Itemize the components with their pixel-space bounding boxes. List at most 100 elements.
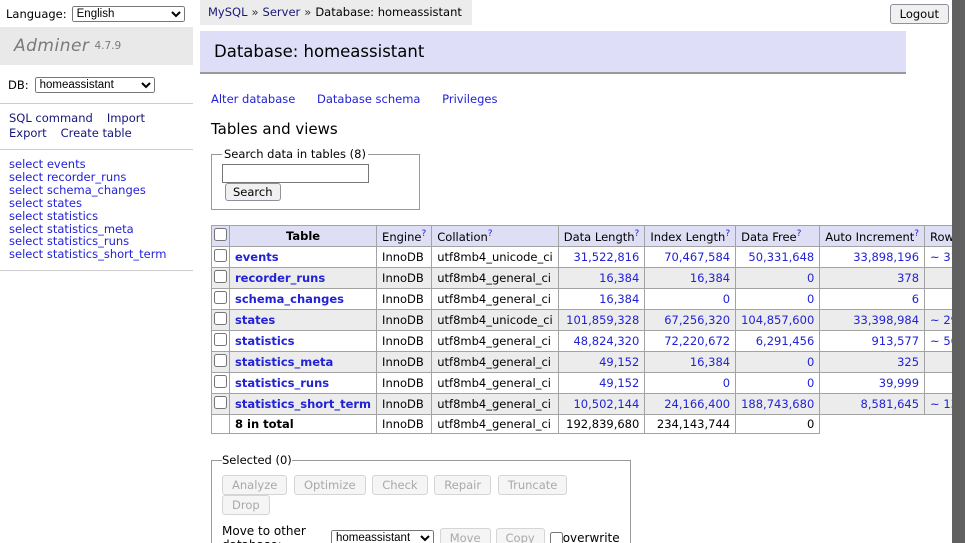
data-length-link[interactable]: 49,152 xyxy=(599,355,639,369)
scrollbar-thumb[interactable] xyxy=(952,0,965,543)
auto-increment-link[interactable]: 8,581,645 xyxy=(861,397,920,411)
select-statistics-link[interactable]: select statistics xyxy=(9,209,98,223)
copy-button[interactable]: Copy xyxy=(496,528,545,543)
data-free-link[interactable]: 6,291,456 xyxy=(756,334,815,348)
search-button[interactable]: Search xyxy=(225,183,281,201)
help-icon[interactable]: ? xyxy=(635,229,640,239)
table-link[interactable]: statistics xyxy=(235,334,295,348)
select-schema-changes-link[interactable]: select schema_changes xyxy=(9,183,146,197)
overwrite-checkbox[interactable] xyxy=(550,532,563,543)
db-select[interactable]: homeassistant xyxy=(35,77,155,93)
index-length-link[interactable]: 24,166,400 xyxy=(664,397,730,411)
auto-increment-link[interactable]: 6 xyxy=(912,292,919,306)
help-icon[interactable]: ? xyxy=(421,229,426,239)
index-length-link[interactable]: 72,220,672 xyxy=(664,334,730,348)
row-checkbox[interactable] xyxy=(214,249,227,262)
auto-increment-link[interactable]: 913,577 xyxy=(871,334,919,348)
auto-increment-link[interactable]: 325 xyxy=(897,355,919,369)
table-row: statistics_short_term InnoDB utf8mb4_gen… xyxy=(212,394,966,415)
index-length-link[interactable]: 67,256,320 xyxy=(664,313,730,327)
sql-command-link[interactable]: SQL command xyxy=(9,111,93,125)
select-statistics-short-term-link[interactable]: select statistics_short_term xyxy=(9,247,166,261)
data-free-link[interactable]: 104,857,600 xyxy=(741,313,814,327)
row-checkbox[interactable] xyxy=(214,333,227,346)
export-link[interactable]: Export xyxy=(9,126,47,140)
privileges-link[interactable]: Privileges xyxy=(442,92,497,106)
data-free-link[interactable]: 0 xyxy=(807,355,814,369)
table-link[interactable]: schema_changes xyxy=(235,292,344,306)
engine-cell: InnoDB xyxy=(377,394,432,415)
help-icon[interactable]: ? xyxy=(914,229,919,239)
auto-increment-link[interactable]: 33,398,984 xyxy=(853,313,919,327)
index-length-link[interactable]: 0 xyxy=(723,376,730,390)
data-length-link[interactable]: 16,384 xyxy=(599,292,639,306)
scrollbar[interactable] xyxy=(952,0,966,543)
table-link-list: select events select recorder_runs selec… xyxy=(0,150,193,270)
select-statistics-runs-link[interactable]: select statistics_runs xyxy=(9,234,129,248)
row-checkbox[interactable] xyxy=(214,396,227,409)
auto-increment-link[interactable]: 378 xyxy=(897,271,919,285)
select-all-checkbox[interactable] xyxy=(214,228,227,241)
data-free-link[interactable]: 0 xyxy=(807,292,814,306)
data-length-link[interactable]: 101,859,328 xyxy=(566,313,639,327)
help-icon[interactable]: ? xyxy=(488,229,493,239)
table-header-row: Table Engine? Collation? Data Length? In… xyxy=(212,226,966,247)
index-length-link[interactable]: 70,467,584 xyxy=(664,250,730,264)
select-recorder-runs-link[interactable]: select recorder_runs xyxy=(9,170,126,184)
select-states-link[interactable]: select states xyxy=(9,196,82,210)
table-link[interactable]: statistics_runs xyxy=(235,376,329,390)
help-icon[interactable]: ? xyxy=(797,229,802,239)
create-table-link-sidebar[interactable]: Create table xyxy=(61,126,132,140)
help-icon[interactable]: ? xyxy=(725,229,730,239)
collation-cell: utf8mb4_general_ci xyxy=(432,394,559,415)
data-length-link[interactable]: 48,824,320 xyxy=(573,334,639,348)
table-link[interactable]: events xyxy=(235,250,279,264)
breadcrumb: MySQL»Server»Database: homeassistant xyxy=(200,0,472,25)
logout-button[interactable]: Logout xyxy=(890,4,949,24)
move-button[interactable]: Move xyxy=(440,528,491,543)
row-checkbox[interactable] xyxy=(214,354,227,367)
data-free-link[interactable]: 0 xyxy=(807,376,814,390)
optimize-button[interactable]: Optimize xyxy=(294,475,366,495)
select-statistics-meta-link[interactable]: select statistics_meta xyxy=(9,222,134,236)
table-link[interactable]: recorder_runs xyxy=(235,271,325,285)
data-free-link[interactable]: 50,331,648 xyxy=(748,250,814,264)
engine-cell: InnoDB xyxy=(377,415,432,434)
total-index-length: 234,143,744 xyxy=(645,415,736,434)
index-length-link[interactable]: 16,384 xyxy=(690,271,730,285)
data-free-link[interactable]: 0 xyxy=(807,271,814,285)
column-header-table[interactable]: Table xyxy=(230,226,377,247)
data-length-link[interactable]: 16,384 xyxy=(599,271,639,285)
data-length-link[interactable]: 31,522,816 xyxy=(573,250,639,264)
data-length-link[interactable]: 49,152 xyxy=(599,376,639,390)
table-row: states InnoDB utf8mb4_unicode_ci 101,859… xyxy=(212,310,966,331)
row-checkbox[interactable] xyxy=(214,291,227,304)
auto-increment-link[interactable]: 33,898,196 xyxy=(853,250,919,264)
table-link[interactable]: states xyxy=(235,313,275,327)
check-button[interactable]: Check xyxy=(372,475,427,495)
database-schema-link[interactable]: Database schema xyxy=(317,92,420,106)
breadcrumb-mysql-link[interactable]: MySQL xyxy=(208,5,248,19)
index-length-link[interactable]: 16,384 xyxy=(690,355,730,369)
select-events-link[interactable]: select events xyxy=(9,157,86,171)
table-link[interactable]: statistics_short_term xyxy=(235,397,371,411)
auto-increment-link[interactable]: 39,999 xyxy=(879,376,919,390)
breadcrumb-server-link[interactable]: Server xyxy=(263,5,301,19)
row-checkbox[interactable] xyxy=(214,312,227,325)
row-checkbox[interactable] xyxy=(214,375,227,388)
search-input[interactable] xyxy=(222,164,369,183)
index-length-link[interactable]: 0 xyxy=(723,292,730,306)
data-length-link[interactable]: 10,502,144 xyxy=(573,397,639,411)
truncate-button[interactable]: Truncate xyxy=(498,475,568,495)
alter-database-link[interactable]: Alter database xyxy=(211,92,295,106)
import-link[interactable]: Import xyxy=(107,111,145,125)
collation-cell: utf8mb4_general_ci xyxy=(432,415,559,434)
language-select[interactable]: English xyxy=(72,6,185,22)
analyze-button[interactable]: Analyze xyxy=(222,475,287,495)
row-checkbox[interactable] xyxy=(214,270,227,283)
data-free-link[interactable]: 188,743,680 xyxy=(741,397,814,411)
repair-button[interactable]: Repair xyxy=(434,475,491,495)
move-database-select[interactable]: homeassistant xyxy=(331,530,434,543)
table-link[interactable]: statistics_meta xyxy=(235,355,333,369)
drop-button[interactable]: Drop xyxy=(222,495,270,515)
